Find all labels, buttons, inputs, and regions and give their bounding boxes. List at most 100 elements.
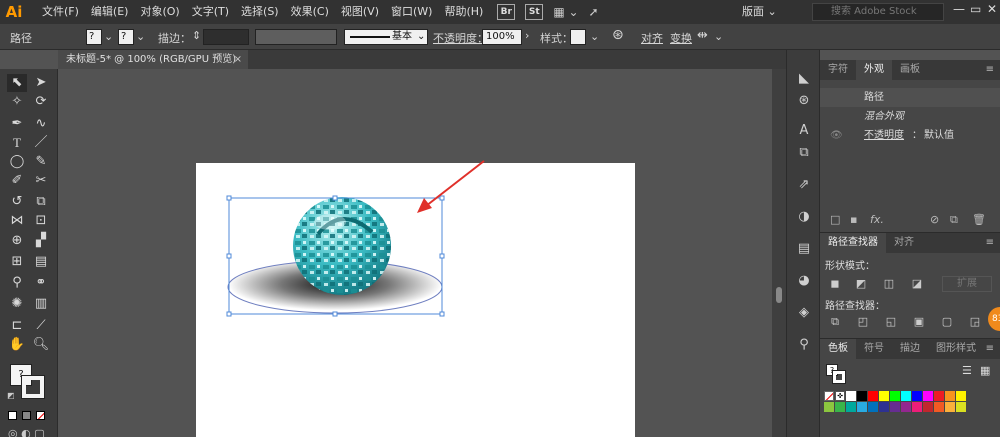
handle-top-center[interactable] [332, 195, 338, 201]
appearance-panel: 字符 外观 画板 ≡ 路径 混合外观 👁︎ 不透明度 ： 默认值 □ ▪ fx.… [820, 60, 1000, 232]
unite-icon[interactable]: ◼ [828, 277, 842, 291]
mosaic-ball-highlight [314, 214, 346, 230]
visibility-eye-icon[interactable]: 👁︎ [830, 130, 843, 141]
tab-graphic-styles[interactable]: 图形样式 [928, 339, 984, 359]
swatch-grid: ✜ [824, 391, 1000, 437]
pathfinder-panel-menu-icon[interactable]: ≡ [986, 237, 994, 248]
color-swatch[interactable] [824, 402, 834, 412]
divide-icon[interactable]: ⧉ [828, 315, 842, 329]
tab-artboards[interactable]: 画板 [892, 60, 928, 80]
none-slash [825, 392, 833, 400]
handle-bottom-right[interactable] [439, 311, 445, 317]
delete-item-icon[interactable]: 🗑︎ [972, 213, 986, 226]
clear-appearance-icon[interactable]: ⊘ [930, 213, 939, 226]
color-swatch[interactable] [890, 402, 900, 412]
appearance-blend-row[interactable]: 混合外观 [820, 107, 1000, 126]
exclude-icon[interactable]: ◪ [910, 277, 924, 291]
appearance-object-label: 路径 [864, 92, 884, 103]
duplicate-item-icon[interactable]: ⧉ [950, 213, 958, 227]
color-swatch[interactable] [923, 391, 933, 401]
color-swatch[interactable] [923, 402, 933, 412]
color-swatch[interactable] [890, 391, 900, 401]
appearance-object-row[interactable]: 路径 [820, 88, 1000, 107]
minus-back-icon[interactable]: ◲ [968, 315, 982, 329]
shape-modes-label: 形状模式： [825, 261, 875, 272]
transparency-panel-icon[interactable]: ◑ [795, 208, 813, 226]
swatch-registration[interactable]: ✜ [835, 391, 845, 401]
color-swatch[interactable] [945, 391, 955, 401]
list-view-icon[interactable]: ☰ [962, 364, 972, 377]
stroke-panel-icon[interactable]: ▤ [795, 240, 813, 258]
color-guide-icon[interactable]: ◕ [795, 272, 813, 290]
layers-panel-icon[interactable]: ◈ [795, 304, 813, 322]
color-swatch[interactable] [934, 402, 944, 412]
handle-top-left[interactable] [226, 195, 232, 201]
color-swatch[interactable] [912, 391, 922, 401]
symbols-panel-icon[interactable]: ⊛ [795, 92, 813, 110]
color-swatch[interactable] [857, 402, 867, 412]
expand-button[interactable]: 扩展 [942, 276, 992, 292]
add-fill-icon[interactable]: ▪ [850, 213, 857, 226]
tab-symbols[interactable]: 符号 [856, 339, 892, 359]
color-swatch[interactable] [835, 402, 845, 412]
appearance-panel-menu-icon[interactable]: ≡ [986, 64, 994, 75]
character-panel-icon[interactable]: A [795, 122, 813, 140]
image-trace-icon[interactable]: ⧉ [795, 144, 813, 162]
add-effect-icon[interactable]: fx. [870, 213, 884, 226]
appearance-panel-tabs: 字符 外观 画板 [820, 60, 1000, 80]
outline-icon[interactable]: ▢ [940, 315, 954, 329]
color-swatch[interactable] [879, 391, 889, 401]
color-swatch[interactable] [879, 402, 889, 412]
color-swatch[interactable] [901, 402, 911, 412]
swatch-none[interactable] [824, 391, 834, 401]
color-swatch[interactable] [868, 402, 878, 412]
swatches-stroke-indicator[interactable] [832, 370, 846, 384]
tab-align[interactable]: 对齐 [886, 233, 922, 253]
intersect-icon[interactable]: ◫ [882, 277, 896, 291]
pathfinders-label: 路径查找器： [825, 301, 885, 312]
color-swatch[interactable] [945, 402, 955, 412]
trim-icon[interactable]: ◰ [856, 315, 870, 329]
minus-front-icon[interactable]: ◩ [854, 277, 868, 291]
color-swatch[interactable] [934, 391, 944, 401]
appearance-opacity-label[interactable]: 不透明度 [864, 126, 904, 145]
color-swatch[interactable] [846, 391, 856, 401]
mosaic-ball-tiles [293, 197, 391, 295]
scrollbar-thumb[interactable] [776, 287, 782, 303]
color-swatch[interactable] [846, 402, 856, 412]
add-stroke-icon[interactable]: □ [830, 213, 840, 226]
merge-icon[interactable]: ◱ [884, 315, 898, 329]
appearance-opacity-row[interactable]: 👁︎ 不透明度 ： 默认值 [820, 126, 1000, 145]
color-swatch[interactable] [901, 391, 911, 401]
pathfinder-panel-tabs: 路径查找器 对齐 [820, 233, 1000, 253]
tab-swatches[interactable]: 色板 [820, 339, 856, 359]
swatches-panel-menu-icon[interactable]: ≡ [986, 343, 994, 354]
gradient-panel-icon[interactable]: ◣ [795, 70, 813, 88]
color-swatch[interactable] [956, 402, 966, 412]
puppet-warp-icon[interactable]: ⚲ [795, 336, 813, 354]
handle-middle-left[interactable] [226, 253, 232, 259]
vertical-scrollbar[interactable] [772, 69, 786, 437]
handle-bottom-center[interactable] [332, 311, 338, 317]
crop-icon[interactable]: ▣ [912, 315, 926, 329]
handle-bottom-left[interactable] [226, 311, 232, 317]
grid-view-icon[interactable]: ▦ [980, 364, 990, 377]
color-swatch[interactable] [956, 391, 966, 401]
tab-pathfinder[interactable]: 路径查找器 [820, 233, 886, 253]
export-icon[interactable]: ⇗ [795, 176, 813, 194]
pathfinder-panel: 路径查找器 对齐 ≡ 形状模式： ◼ ◩ ◫ ◪ 扩展 路径查找器： ⧉ ◰ ◱… [820, 232, 1000, 338]
annotation-arrow-head [417, 198, 432, 213]
color-swatch[interactable] [857, 391, 867, 401]
tab-character[interactable]: 字符 [820, 60, 856, 80]
color-swatch[interactable] [868, 391, 878, 401]
swatches-panel: 色板 符号 描边 图形样式 ≡ ? ☰ ▦ ✜ [820, 338, 1000, 437]
annotation-arrow-line [425, 160, 485, 207]
color-swatch[interactable] [912, 402, 922, 412]
handle-middle-right[interactable] [439, 253, 445, 259]
tab-stroke[interactable]: 描边 [892, 339, 928, 359]
appearance-footer: □ ▪ fx. ⊘ ⧉ 🗑︎ [820, 210, 1000, 230]
panel-icon-dock: ◣ ⊛ A ⧉ ⇗ ◑ ▤ ◕ ◈ ⚲ [786, 50, 820, 437]
tab-appearance[interactable]: 外观 [856, 60, 892, 80]
handle-top-right[interactable] [439, 195, 445, 201]
illustrator-window: { "app": {"logo": "Ai"}, "menubar": { "i… [0, 0, 1000, 437]
